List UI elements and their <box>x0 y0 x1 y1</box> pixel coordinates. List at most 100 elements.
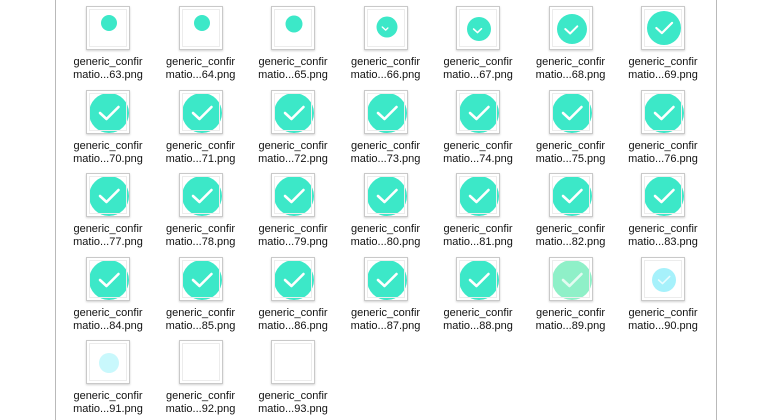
file-item[interactable]: generic_confir matio...65.png <box>247 0 339 84</box>
file-name-line1: generic_confir <box>443 223 513 235</box>
file-item[interactable]: generic_confir matio...63.png <box>62 0 154 84</box>
file-name-label: generic_confir matio...63.png <box>62 56 154 82</box>
teal-circle-icon <box>181 92 222 133</box>
file-name-label: generic_confir matio...71.png <box>155 140 247 166</box>
file-item[interactable]: generic_confir matio...78.png <box>155 167 247 251</box>
teal-circle-icon <box>89 259 129 300</box>
png-thumbnail-icon <box>271 6 315 50</box>
teal-circle-icon <box>376 16 397 38</box>
file-name-line2: matio...76.png <box>628 152 698 165</box>
checkmark-icon <box>376 272 398 287</box>
png-thumbnail-icon <box>271 340 315 384</box>
file-item[interactable]: generic_confir matio...86.png <box>247 251 339 335</box>
teal-circle-icon <box>274 176 314 216</box>
file-item[interactable]: generic_confir matio...84.png <box>62 251 154 335</box>
file-name-line1: generic_confir <box>628 223 698 235</box>
png-thumbnail-icon <box>548 89 593 134</box>
file-item[interactable]: generic_confir matio...91.png <box>62 334 154 418</box>
file-name-line2: matio...74.png <box>443 152 513 165</box>
file-item[interactable]: generic_confir matio...69.png <box>617 0 709 84</box>
file-item[interactable]: generic_confir matio...72.png <box>247 84 339 168</box>
file-item[interactable]: generic_confir matio...68.png <box>525 0 617 84</box>
checkmark-icon <box>376 105 398 120</box>
file-name-line2: matio...82.png <box>535 236 606 248</box>
file-item[interactable]: generic_confir matio...66.png <box>340 0 432 84</box>
png-thumbnail-icon <box>363 6 408 50</box>
file-name-line1: generic_confir <box>535 56 606 68</box>
checkmark-icon <box>653 105 675 120</box>
png-thumbnail-icon <box>641 256 685 301</box>
file-name-label: generic_confir matio...66.png <box>340 56 432 82</box>
file-item[interactable]: generic_confir matio...64.png <box>155 0 247 84</box>
file-item[interactable]: generic_confir matio...85.png <box>155 251 247 335</box>
file-name-label: generic_confir matio...69.png <box>617 56 709 82</box>
checkmark-icon <box>468 272 490 287</box>
teal-circle-icon <box>285 15 303 33</box>
file-name-line2: matio...68.png <box>535 69 606 81</box>
file-item[interactable]: generic_confir matio...74.png <box>432 84 524 168</box>
file-item[interactable]: generic_confir matio...82.png <box>525 167 617 251</box>
teal-circle-icon <box>556 14 587 44</box>
checkmark-icon <box>376 188 398 204</box>
file-name-line1: generic_confir <box>165 390 236 402</box>
file-name-line1: generic_confir <box>165 223 236 235</box>
teal-circle-icon <box>181 176 222 216</box>
file-name-line2: matio...67.png <box>443 69 513 81</box>
checkmark-icon <box>561 272 583 287</box>
file-item[interactable]: generic_confir matio...67.png <box>432 0 524 84</box>
file-name-line2: matio...64.png <box>165 69 236 81</box>
file-name-line2: matio...77.png <box>73 236 143 248</box>
file-name-line2: matio...93.png <box>258 403 328 415</box>
file-name-line1: generic_confir <box>350 306 421 319</box>
checkmark-icon <box>472 27 483 34</box>
file-item[interactable]: generic_confir matio...75.png <box>525 84 617 168</box>
file-name-line2: matio...92.png <box>165 403 236 415</box>
checkmark-icon <box>468 188 490 204</box>
png-thumbnail-icon <box>271 89 315 134</box>
teal-circle-icon <box>644 176 684 216</box>
file-name-line1: generic_confir <box>258 223 328 235</box>
file-name-line2: matio...85.png <box>165 319 236 332</box>
file-name-label: generic_confir matio...93.png <box>247 390 339 416</box>
png-thumbnail-icon <box>86 89 130 134</box>
teal-circle-icon <box>647 11 681 45</box>
file-item[interactable]: generic_confir matio...88.png <box>432 251 524 335</box>
png-thumbnail-icon <box>86 256 130 301</box>
file-item[interactable]: generic_confir matio...80.png <box>340 167 432 251</box>
file-name-line1: generic_confir <box>73 56 143 68</box>
png-thumbnail-icon <box>86 6 130 50</box>
png-thumbnail-icon <box>641 89 685 134</box>
file-name-line1: generic_confir <box>258 56 328 68</box>
file-item[interactable]: generic_confir matio...70.png <box>62 84 154 168</box>
file-name-line1: generic_confir <box>443 56 513 68</box>
file-name-label: generic_confir matio...65.png <box>247 56 339 82</box>
file-item[interactable]: generic_confir matio...93.png <box>247 334 339 418</box>
file-name-label: generic_confir matio...89.png <box>525 307 617 333</box>
checkmark-icon <box>561 188 583 204</box>
file-item[interactable]: generic_confir matio...79.png <box>247 167 339 251</box>
checkmark-icon <box>657 275 671 284</box>
checkmark-icon <box>191 272 213 287</box>
file-item[interactable]: generic_confir matio...71.png <box>155 84 247 168</box>
file-item[interactable]: generic_confir matio...73.png <box>340 84 432 168</box>
file-item[interactable]: generic_confir matio...90.png <box>617 251 709 335</box>
file-item[interactable]: generic_confir matio...83.png <box>617 167 709 251</box>
file-name-label: generic_confir matio...91.png <box>62 390 154 416</box>
file-name-label: generic_confir matio...88.png <box>432 307 524 333</box>
file-item[interactable]: generic_confir matio...89.png <box>525 251 617 335</box>
teal-circle-icon <box>101 15 117 31</box>
file-item[interactable]: generic_confir matio...76.png <box>617 84 709 168</box>
file-item[interactable]: generic_confir matio...92.png <box>155 334 247 418</box>
file-name-label: generic_confir matio...73.png <box>340 140 432 166</box>
teal-circle-icon <box>459 259 499 300</box>
file-name-line1: generic_confir <box>628 139 698 152</box>
file-item[interactable]: generic_confir matio...81.png <box>432 167 524 251</box>
file-name-line1: generic_confir <box>258 139 328 152</box>
file-item[interactable]: generic_confir matio...87.png <box>340 251 432 335</box>
png-thumbnail-icon <box>456 89 500 134</box>
file-item[interactable]: generic_confir matio...77.png <box>62 167 154 251</box>
teal-circle-icon <box>459 176 499 216</box>
checkmark-icon <box>98 105 120 120</box>
file-name-line2: matio...72.png <box>258 152 328 165</box>
checkmark-icon <box>283 272 305 287</box>
